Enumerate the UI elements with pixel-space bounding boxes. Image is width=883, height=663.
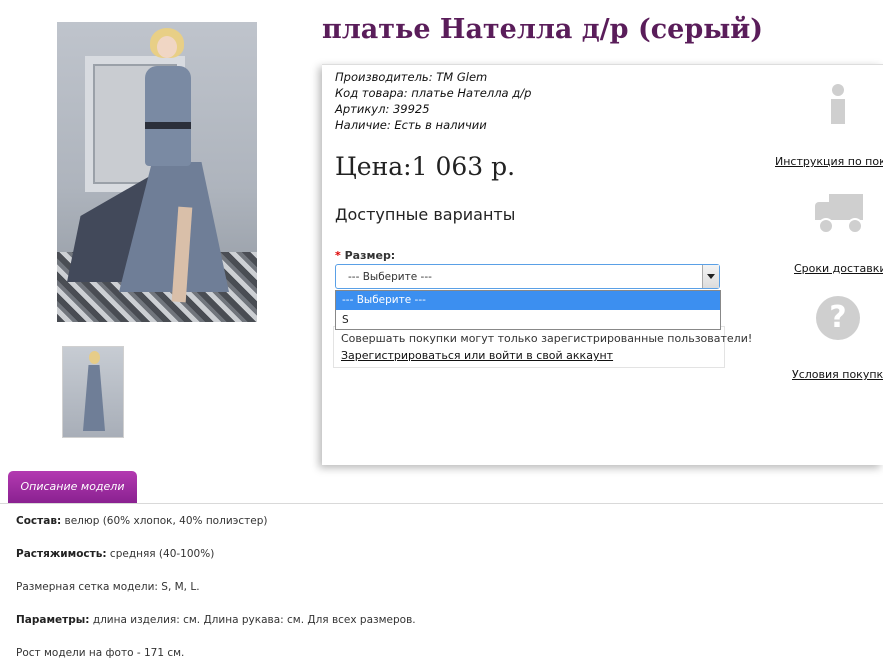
size-option-s[interactable]: S bbox=[336, 311, 720, 330]
params-row: Параметры: длина изделия: см. Длина рука… bbox=[16, 614, 416, 626]
stock-label: Наличие: bbox=[335, 118, 391, 132]
stretch-label: Растяжимость: bbox=[16, 548, 107, 560]
purchase-terms-link[interactable]: Условия покупки bbox=[792, 368, 883, 381]
size-label-text: Размер: bbox=[344, 249, 396, 262]
photo-dress-top bbox=[145, 66, 191, 166]
model-height-row: Рост модели на фото - 171 см. bbox=[16, 647, 185, 659]
register-login-link[interactable]: Зарегистрироваться или войти в свой акка… bbox=[341, 349, 613, 362]
truck-icon-wheel bbox=[847, 218, 863, 234]
registration-notice: Совершать покупки могут только зарегистр… bbox=[333, 326, 752, 368]
product-code-label: Код товара: bbox=[335, 86, 408, 100]
product-code-value: платье Нателла д/р bbox=[411, 86, 532, 100]
delivery-terms-link[interactable]: Сроки доставки bbox=[794, 262, 883, 275]
product-price: Цена:1 063 р. bbox=[335, 152, 516, 181]
truck-icon bbox=[815, 194, 863, 234]
size-option-choose[interactable]: --- Выберите --- bbox=[336, 291, 720, 310]
sku-label: Артикул: bbox=[335, 102, 390, 116]
sku-row: Артикул: 39925 bbox=[335, 102, 430, 116]
composition-label: Состав: bbox=[16, 515, 62, 527]
size-select[interactable]: --- Выберите --- bbox=[335, 264, 720, 289]
variants-heading: Доступные варианты bbox=[335, 205, 516, 224]
thumbnail-head bbox=[89, 351, 100, 364]
info-icon-dot bbox=[832, 84, 844, 96]
params-value: длина изделия: см. Длина рукава: см. Для… bbox=[89, 614, 416, 626]
stock-row: Наличие: Есть в наличии bbox=[335, 118, 487, 132]
product-main-image[interactable] bbox=[57, 22, 257, 322]
stock-value: Есть в наличии bbox=[394, 118, 487, 132]
product-code-row: Код товара: платье Нателла д/р bbox=[335, 86, 531, 100]
sku-value: 39925 bbox=[392, 102, 430, 116]
truck-icon-box bbox=[829, 194, 863, 220]
composition-row: Состав: велюр (60% хлопок, 40% полиэстер… bbox=[16, 515, 268, 527]
photo-dress-belt bbox=[145, 122, 191, 129]
size-select-value: --- Выберите --- bbox=[348, 271, 432, 283]
thumbnail-dress bbox=[83, 365, 105, 431]
required-mark: * bbox=[335, 249, 341, 262]
size-grid-row: Размерная сетка модели: S, M, L. bbox=[16, 581, 200, 593]
question-icon: ? bbox=[816, 296, 860, 340]
params-label: Параметры: bbox=[16, 614, 90, 626]
info-icon-bar bbox=[831, 99, 845, 124]
size-label: * Размер: bbox=[335, 249, 395, 262]
stretch-value: средняя (40-100%) bbox=[106, 548, 215, 560]
tab-description[interactable]: Описание модели bbox=[8, 471, 137, 503]
photo-face bbox=[157, 36, 177, 58]
manufacturer-label: Производитель: bbox=[335, 70, 433, 84]
instruction-link[interactable]: Инструкция по поку bbox=[775, 155, 883, 168]
manufacturer-value: TM Glem bbox=[436, 70, 488, 84]
tab-divider bbox=[0, 503, 883, 504]
size-dropdown-list[interactable]: --- Выберите --- S bbox=[335, 290, 721, 330]
product-title: платье Нателла д/р (серый) bbox=[322, 14, 764, 45]
composition-value: велюр (60% хлопок, 40% полиэстер) bbox=[61, 515, 268, 527]
manufacturer-row: Производитель: TM Glem bbox=[335, 70, 487, 84]
truck-icon-wheel bbox=[818, 218, 834, 234]
stretch-row: Растяжимость: средняя (40-100%) bbox=[16, 548, 214, 560]
notice-text: Совершать покупки могут только зарегистр… bbox=[341, 332, 753, 345]
product-thumbnail[interactable] bbox=[62, 346, 124, 438]
info-icon bbox=[828, 84, 848, 124]
chevron-down-icon[interactable] bbox=[702, 265, 719, 288]
